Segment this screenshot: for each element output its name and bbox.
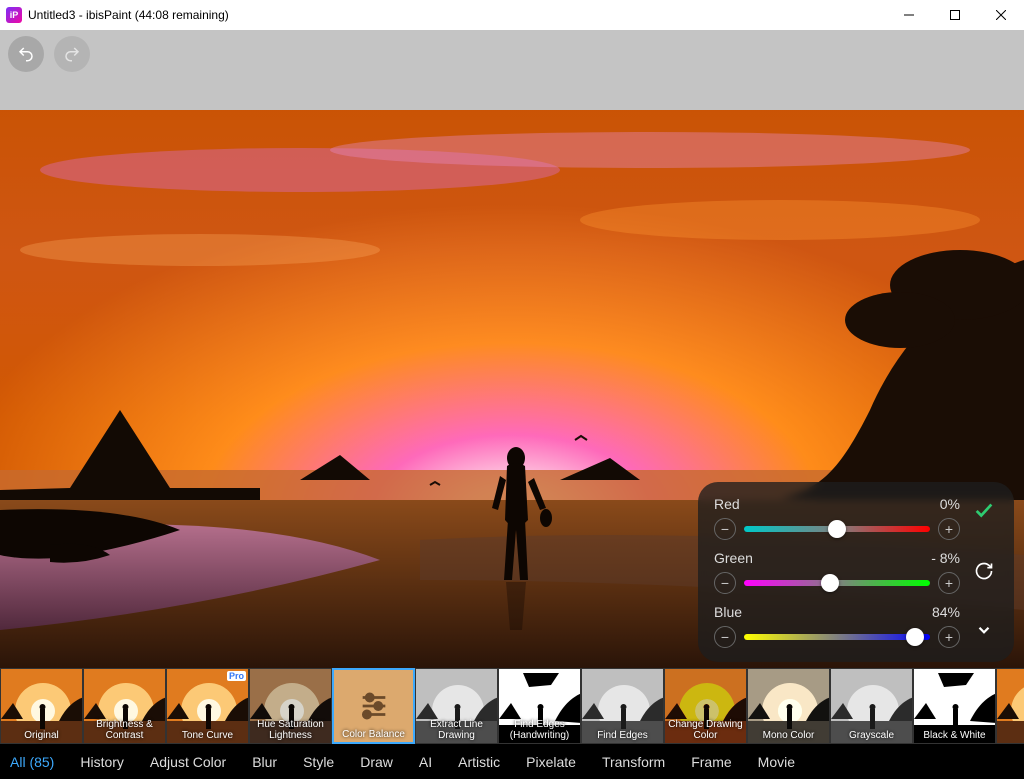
decrement-button[interactable]: − (714, 518, 736, 540)
canvas[interactable]: Red 0% − + Green - 8% − + Blue 84% − (0, 110, 1024, 668)
filter-thumb-label: Mono Color (748, 730, 829, 741)
slider-track[interactable] (744, 634, 930, 640)
filter-thumb[interactable]: Brightness & Contrast (83, 668, 166, 744)
filter-thumb[interactable]: Find Edges (Handwriting) (498, 668, 581, 744)
top-toolbar (0, 30, 1024, 110)
slider-red: Red 0% − + (714, 496, 960, 540)
category-tab[interactable]: Blur (252, 754, 277, 770)
filter-thumb-label: Color Balance (334, 729, 413, 740)
slider-green: Green - 8% − + (714, 550, 960, 594)
window-title: Untitled3 - ibisPaint (44:08 remaining) (28, 8, 229, 22)
filter-thumb-label: Brightness & Contrast (84, 719, 165, 741)
filter-thumb-label: Find Edges (Handwriting) (499, 719, 580, 741)
slider-thumb[interactable] (906, 628, 924, 646)
slider-value: 84% (932, 604, 960, 620)
category-tab[interactable]: Transform (602, 754, 665, 770)
slider-track[interactable] (744, 526, 930, 532)
filter-thumb-label: Find Edges (582, 730, 663, 741)
category-tab[interactable]: Draw (360, 754, 393, 770)
filter-thumb[interactable]: Extract Line Drawing (415, 668, 498, 744)
close-button[interactable] (978, 0, 1024, 30)
undo-button[interactable] (8, 36, 44, 72)
category-tab[interactable]: Pixelate (526, 754, 576, 770)
filter-thumbnail-strip[interactable]: OriginalBrightness & Contrast Pro Tone Cur… (0, 668, 1024, 744)
filter-thumb[interactable]: Color Balance (332, 668, 415, 744)
filter-thumb[interactable]: Hue Saturation Lightness (249, 668, 332, 744)
filter-category-bar[interactable]: All (85) History Adjust Color Blur Style Draw… (0, 744, 1024, 779)
category-tab[interactable]: AI (419, 754, 432, 770)
slider-value: - 8% (931, 550, 960, 566)
filter-thumb-label: Tone Curve (167, 730, 248, 741)
redo-button[interactable] (54, 36, 90, 72)
category-tab[interactable]: Frame (691, 754, 731, 770)
decrement-button[interactable]: − (714, 572, 736, 594)
filter-thumb-label: Extract Line Drawing (416, 719, 497, 741)
filter-thumb-label: Black & White (914, 730, 995, 741)
app-icon: iP (6, 7, 22, 23)
category-tab[interactable]: Style (303, 754, 334, 770)
filter-thumb[interactable]: Original (0, 668, 83, 744)
filter-thumb[interactable]: Post (996, 668, 1024, 744)
category-tab[interactable]: Adjust Color (150, 754, 226, 770)
filter-thumb-label: Change Drawing Color (665, 719, 746, 741)
filter-thumb-label: Hue Saturation Lightness (250, 719, 331, 741)
window-titlebar: iP Untitled3 - ibisPaint (44:08 remainin… (0, 0, 1024, 30)
filter-thumb-label: Grayscale (831, 730, 912, 741)
filter-thumb[interactable]: Black & White (913, 668, 996, 744)
filter-thumb-label: Original (1, 730, 82, 741)
category-tab[interactable]: All (85) (10, 754, 54, 770)
reset-button[interactable] (974, 561, 994, 587)
category-tab[interactable]: Artistic (458, 754, 500, 770)
increment-button[interactable]: + (938, 518, 960, 540)
slider-blue: Blue 84% − + (714, 604, 960, 648)
maximize-button[interactable] (932, 0, 978, 30)
decrement-button[interactable]: − (714, 626, 736, 648)
filter-thumb[interactable]: Change Drawing Color (664, 668, 747, 744)
slider-label: Green (714, 550, 753, 566)
slider-value: 0% (940, 496, 960, 512)
category-tab[interactable]: Movie (758, 754, 795, 770)
increment-button[interactable]: + (938, 572, 960, 594)
increment-button[interactable]: + (938, 626, 960, 648)
category-tab[interactable]: History (80, 754, 124, 770)
slider-thumb[interactable] (821, 574, 839, 592)
filter-thumb[interactable]: Grayscale (830, 668, 913, 744)
slider-label: Red (714, 496, 740, 512)
slider-track[interactable] (744, 580, 930, 586)
filter-thumb[interactable]: Mono Color (747, 668, 830, 744)
filter-thumb[interactable]: Pro Tone Curve (166, 668, 249, 744)
minimize-button[interactable] (886, 0, 932, 30)
expand-button[interactable] (975, 621, 993, 645)
apply-button[interactable] (973, 499, 995, 527)
pro-badge: Pro (227, 671, 246, 681)
slider-label: Blue (714, 604, 742, 620)
slider-thumb[interactable] (828, 520, 846, 538)
color-balance-panel: Red 0% − + Green - 8% − + Blue 84% − (698, 482, 1014, 662)
filter-thumb-label: Post (997, 730, 1024, 741)
filter-thumb[interactable]: Find Edges (581, 668, 664, 744)
